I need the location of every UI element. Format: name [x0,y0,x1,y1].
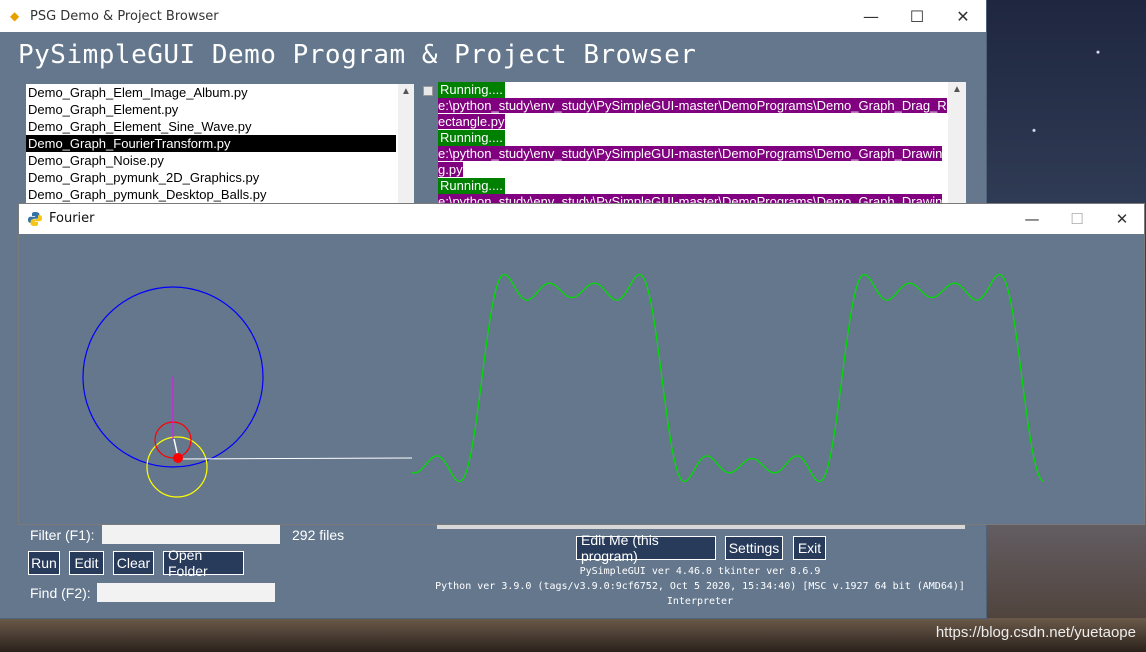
find-label: Find (F2): [30,585,91,601]
file-list-item[interactable]: Demo_Graph_Element_Sine_Wave.py [26,118,396,135]
version-line-2: Python ver 3.9.0 (tags/v3.9.0:9cf6752, O… [435,581,965,592]
running-label: Running.... [438,178,505,194]
version-line-1: PySimpleGUI ver 4.46.0 tkinter ver 8.6.9 [579,566,821,577]
fourier-titlebar[interactable]: Fourier — ☐ ✕ [19,204,1144,234]
file-list-scrollbar[interactable]: ▲ [398,84,414,204]
close-button[interactable]: ✕ [940,0,986,32]
file-list-item[interactable]: Demo_Graph_pymunk_Desktop_Balls.py [26,186,396,203]
output-path: e:\python_study\env_study\PySimpleGUI-ma… [438,146,943,177]
filter-input[interactable] [102,525,280,544]
app-bulb-icon: ◆ [10,9,20,23]
fourier-window: Fourier — ☐ ✕ [18,203,1145,525]
fourier-close-button[interactable]: ✕ [1099,204,1145,234]
file-count: 292 files [292,527,345,543]
file-list-item[interactable]: Demo_Graph_pymunk_2D_Graphics.py [26,169,396,186]
file-list-item[interactable]: Demo_Graph_Noise.py [26,152,396,169]
file-list-item[interactable]: Demo_Graph_Elem_Image_Album.py [26,84,396,101]
running-label: Running.... [438,82,505,98]
output-scrollbar[interactable]: ▲ [948,82,966,204]
tracer-dot [173,453,183,463]
main-titlebar[interactable]: ◆ PSG Demo & Project Browser — ☐ ✕ [0,0,986,32]
settings-button[interactable]: Settings [725,536,783,560]
open-folder-button[interactable]: Open Folder [163,547,244,579]
python-icon [28,212,42,226]
file-list[interactable]: Demo_Graph_Elem_Image_Album.py Demo_Grap… [26,84,414,204]
edit-me-button[interactable]: Edit Me (this program) [576,532,716,564]
filter-label: Filter (F1): [30,527,95,543]
minimize-button[interactable]: — [848,0,894,32]
run-button[interactable]: Run [28,551,60,575]
main-window-title: PSG Demo & Project Browser [30,9,219,24]
fourier-graph[interactable] [19,234,1144,524]
output-panel: Running.... e:\python_study\env_study\Py… [420,82,966,204]
output-log[interactable]: Running.... e:\python_study\env_study\Py… [438,82,948,204]
version-line-3: Interpreter [666,596,734,607]
scroll-up-icon[interactable]: ▲ [401,86,411,97]
clear-button[interactable]: Clear [113,551,154,575]
fourier-maximize-button[interactable]: ☐ [1054,204,1100,234]
watermark: https://blog.csdn.net/yuetaope [935,624,1136,641]
edit-button[interactable]: Edit [69,551,104,575]
page-title: PySimpleGUI Demo Program & Project Brows… [18,40,697,70]
fourier-window-title: Fourier [49,211,95,226]
file-list-item[interactable]: Demo_Graph_Element.py [26,101,396,118]
maximize-button[interactable]: ☐ [894,0,940,32]
running-label: Running.... [438,130,505,146]
file-list-item-selected[interactable]: Demo_Graph_FourierTransform.py [26,135,396,152]
exit-button[interactable]: Exit [793,536,826,560]
fourier-minimize-button[interactable]: — [1009,204,1055,234]
autoscroll-checkbox[interactable] [423,86,433,96]
fourier-wave [411,273,1045,483]
scroll-up-icon[interactable]: ▲ [952,84,962,95]
find-input[interactable] [97,583,275,602]
output-path: e:\python_study\env_study\PySimpleGUI-ma… [438,98,947,129]
